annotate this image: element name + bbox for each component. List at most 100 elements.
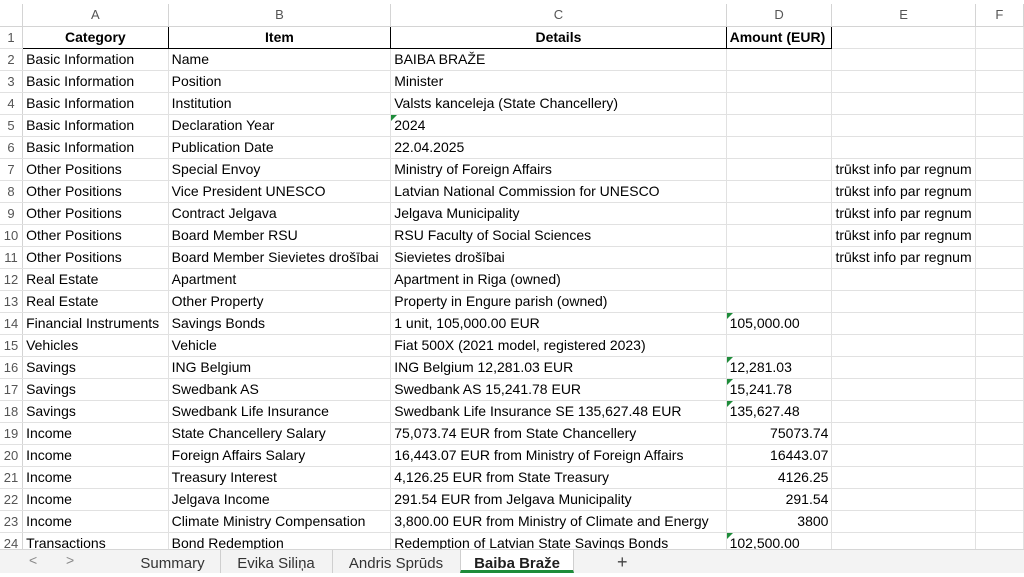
cell-details[interactable]: Swedbank AS 15,241.78 EUR [390, 378, 727, 401]
select-all-corner[interactable] [0, 4, 24, 27]
cell-category[interactable]: Other Positions [22, 180, 169, 203]
cell-amount[interactable]: 75073.74 [726, 422, 833, 445]
cell-category[interactable]: Other Positions [22, 246, 169, 269]
row-number[interactable]: 22 [0, 488, 24, 511]
row-number[interactable]: 12 [0, 268, 24, 291]
row-number[interactable]: 16 [0, 356, 24, 379]
next-sheet-button[interactable]: > [66, 552, 74, 568]
cell-amount[interactable] [726, 334, 833, 357]
cell-details[interactable]: Latvian National Commission for UNESCO [390, 180, 727, 203]
cell-details[interactable]: Property in Engure parish (owned) [390, 290, 727, 313]
cell-amount[interactable] [726, 70, 833, 93]
cell-amount[interactable]: 12,281.03 [726, 356, 833, 379]
sheet-tab-summary[interactable]: Summary [125, 550, 221, 573]
row-number[interactable]: 6 [0, 136, 24, 159]
cell-amount[interactable] [726, 224, 833, 247]
cell-notes[interactable] [831, 48, 976, 71]
cell-amount[interactable]: 105,000.00 [726, 312, 833, 335]
cell-details[interactable]: BAIBA BRAŽE [390, 48, 727, 71]
cell-item[interactable]: Contract Jelgava [168, 202, 392, 225]
cell-amount[interactable]: 4126.25 [726, 466, 833, 489]
cell-item[interactable]: State Chancellery Salary [168, 422, 392, 445]
cell-category[interactable]: Real Estate [22, 290, 169, 313]
cell-amount[interactable] [726, 48, 833, 71]
cell-notes[interactable] [831, 334, 976, 357]
cell-item[interactable]: Special Envoy [168, 158, 392, 181]
cell-details[interactable]: 1 unit, 105,000.00 EUR [390, 312, 727, 335]
cell-details[interactable]: 75,073.74 EUR from State Chancellery [390, 422, 727, 445]
cell-item[interactable]: Institution [168, 92, 392, 115]
cell-amount[interactable] [726, 114, 833, 137]
cell-amount[interactable] [726, 180, 833, 203]
cell-category[interactable]: Other Positions [22, 158, 169, 181]
cell-category[interactable]: Basic Information [22, 114, 169, 137]
cell-f1[interactable] [975, 26, 1024, 49]
row-number[interactable]: 23 [0, 510, 24, 533]
column-header-c[interactable]: C [390, 4, 727, 27]
cell-item[interactable]: Declaration Year [168, 114, 392, 137]
cell-notes[interactable] [831, 510, 976, 533]
cell-item[interactable]: Board Member Sievietes drošībai [168, 246, 392, 269]
cell-notes[interactable] [831, 312, 976, 335]
cell-category[interactable]: Income [22, 510, 169, 533]
cell-details[interactable]: 2024 [390, 114, 727, 137]
row-number[interactable]: 7 [0, 158, 24, 181]
cell-f[interactable] [975, 268, 1024, 291]
cell-f[interactable] [975, 422, 1024, 445]
cell-f[interactable] [975, 136, 1024, 159]
cell-item[interactable]: Swedbank Life Insurance [168, 400, 392, 423]
cell-amount[interactable] [726, 268, 833, 291]
row-number[interactable]: 21 [0, 466, 24, 489]
column-header-b[interactable]: B [168, 4, 392, 27]
cell-notes[interactable] [831, 114, 976, 137]
cell-notes[interactable] [831, 378, 976, 401]
cell-details[interactable]: 291.54 EUR from Jelgava Municipality [390, 488, 727, 511]
row-number[interactable]: 4 [0, 92, 24, 115]
cell-f[interactable] [975, 114, 1024, 137]
cell-category[interactable]: Income [22, 466, 169, 489]
cell-details[interactable]: 4,126.25 EUR from State Treasury [390, 466, 727, 489]
cell-category[interactable]: Vehicles [22, 334, 169, 357]
cell-f[interactable] [975, 378, 1024, 401]
cell-details[interactable]: Sievietes drošībai [390, 246, 727, 269]
cell-details[interactable]: Valsts kanceleja (State Chancellery) [390, 92, 727, 115]
cell-item[interactable]: Vice President UNESCO [168, 180, 392, 203]
cell-category[interactable]: Basic Information [22, 70, 169, 93]
row-number[interactable]: 19 [0, 422, 24, 445]
cell-category[interactable]: Savings [22, 356, 169, 379]
sheet-tab-evika-silina[interactable]: Evika Siliņa [220, 550, 333, 573]
row-number[interactable]: 8 [0, 180, 24, 203]
cell-details[interactable]: 3,800.00 EUR from Ministry of Climate an… [390, 510, 727, 533]
cell-details[interactable]: RSU Faculty of Social Sciences [390, 224, 727, 247]
cell-f[interactable] [975, 466, 1024, 489]
row-number[interactable]: 11 [0, 246, 24, 269]
row-number[interactable]: 2 [0, 48, 24, 71]
cell-category[interactable]: Savings [22, 400, 169, 423]
cell-f[interactable] [975, 48, 1024, 71]
cell-notes[interactable] [831, 356, 976, 379]
cell-item[interactable]: Board Member RSU [168, 224, 392, 247]
cell-f[interactable] [975, 92, 1024, 115]
cell-category[interactable]: Income [22, 488, 169, 511]
cell-details[interactable]: 22.04.2025 [390, 136, 727, 159]
row-number[interactable]: 18 [0, 400, 24, 423]
cell-f[interactable] [975, 290, 1024, 313]
cell-item[interactable]: Swedbank AS [168, 378, 392, 401]
cell-e1[interactable] [831, 26, 976, 49]
cell-amount[interactable] [726, 246, 833, 269]
cell-category[interactable]: Other Positions [22, 202, 169, 225]
cell-notes[interactable] [831, 466, 976, 489]
cell-item[interactable]: ING Belgium [168, 356, 392, 379]
cell-details[interactable]: Minister [390, 70, 727, 93]
cell-category[interactable]: Financial Instruments [22, 312, 169, 335]
cell-item[interactable]: Foreign Affairs Salary [168, 444, 392, 467]
cell-f[interactable] [975, 158, 1024, 181]
row-number[interactable]: 17 [0, 378, 24, 401]
cell-item[interactable]: Savings Bonds [168, 312, 392, 335]
cell-amount[interactable]: 15,241.78 [726, 378, 833, 401]
row-number[interactable]: 15 [0, 334, 24, 357]
cell-f[interactable] [975, 70, 1024, 93]
column-header-d[interactable]: D [726, 4, 833, 27]
cell-notes[interactable] [831, 92, 976, 115]
cell-notes[interactable] [831, 136, 976, 159]
